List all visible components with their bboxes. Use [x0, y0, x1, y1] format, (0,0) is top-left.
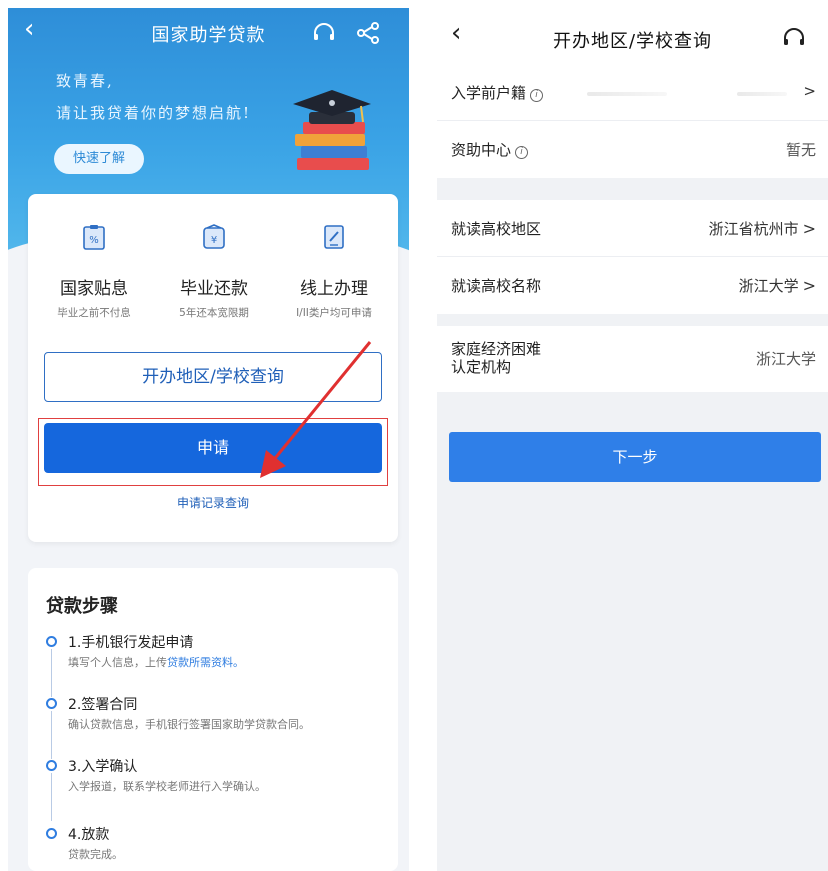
- feature-subtitle: 毕业之前不付息: [57, 307, 131, 319]
- slogan-line1: 致青春,: [56, 72, 114, 90]
- org-group: 家庭经济困难 认定机构 浙江大学: [437, 326, 828, 392]
- page-title: 国家助学贷款: [151, 25, 266, 46]
- row-label: 就读高校名称: [451, 277, 542, 295]
- steps-title: 贷款步骤: [46, 596, 118, 617]
- loan-feature-card: % 国家贴息 毕业之前不付息 ¥ 毕业还款 5年还本宽限期 线上办理 I/II类…: [28, 194, 398, 542]
- step-dot-icon: [46, 828, 57, 839]
- school-region-row[interactable]: 就读高校地区 浙江省杭州市 >: [437, 200, 828, 257]
- feature-subsidy: % 国家贴息 毕业之前不付息: [34, 224, 154, 320]
- step-desc: 填写个人信息，上传贷款所需资料。: [68, 654, 244, 670]
- step-dot-icon: [46, 698, 57, 709]
- school-name-row[interactable]: 就读高校名称 浙江大学 >: [437, 257, 828, 314]
- nav-bar: ‹ 开办地区/学校查询: [437, 8, 828, 64]
- svg-text:%: %: [89, 235, 99, 246]
- feature-title: 国家贴息: [60, 279, 128, 299]
- step-title: 3.入学确认: [68, 759, 138, 775]
- step-dot-icon: [46, 636, 57, 647]
- blurred-value: [737, 92, 787, 96]
- info-icon[interactable]: i: [515, 146, 529, 159]
- feature-subtitle: I/II类户均可申请: [296, 307, 372, 319]
- info-icon[interactable]: i: [530, 89, 544, 102]
- blurred-value: [587, 92, 667, 96]
- region-school-query-screen: ‹ 开办地区/学校查询 入学前户籍 i > 资助中心 i 暂无 就读高校地区 浙江省…: [437, 8, 828, 871]
- headset-icon[interactable]: [312, 23, 336, 43]
- step-title: 2.签署合同: [68, 697, 138, 713]
- loan-steps-card: 贷款步骤 1.手机银行发起申请 填写个人信息，上传贷款所需资料。 2.签署合同 …: [28, 568, 398, 871]
- step-desc-text: 填写个人信息，上传: [68, 656, 167, 669]
- apply-button[interactable]: 申请: [44, 423, 382, 473]
- graduation-books-illustration: [293, 90, 371, 170]
- hardship-org-row: 家庭经济困难 认定机构 浙江大学: [437, 326, 828, 392]
- hardship-org-value: 浙江大学: [755, 350, 816, 368]
- step-desc: 确认贷款信息，手机银行签署国家助学贷款合同。: [68, 718, 310, 731]
- row-label: 就读高校地区: [451, 220, 542, 238]
- feature-subtitle: 5年还本宽限期: [179, 307, 249, 319]
- share-icon[interactable]: [356, 22, 380, 44]
- school-name-value: 浙江大学 >: [738, 276, 816, 295]
- yen-wallet-icon: ¥: [203, 224, 225, 249]
- step-title: 4.放款: [68, 827, 110, 843]
- household-chevron-icon: >: [803, 82, 816, 100]
- feature-online: 线上办理 I/II类户均可申请: [274, 224, 394, 320]
- step-dot-icon: [46, 760, 57, 771]
- feature-title: 毕业还款: [180, 279, 248, 299]
- chevron-right-icon: >: [802, 276, 816, 295]
- household-row[interactable]: 入学前户籍 i >: [437, 64, 828, 121]
- feature-title: 线上办理: [300, 279, 368, 299]
- headset-icon[interactable]: [782, 28, 806, 48]
- next-step-button[interactable]: 下一步: [449, 432, 821, 482]
- step-connector: [51, 649, 52, 697]
- region-school-query-button[interactable]: 开办地区/学校查询: [44, 352, 382, 402]
- aid-center-row: 资助中心 i 暂无: [437, 121, 828, 178]
- feature-repay: ¥ 毕业还款 5年还本宽限期: [154, 224, 274, 320]
- aid-center-value: 暂无: [785, 141, 816, 159]
- apply-record-link[interactable]: 申请记录查询: [28, 494, 398, 511]
- row-label: 家庭经济困难 认定机构: [451, 340, 542, 376]
- school-group: 就读高校地区 浙江省杭州市 > 就读高校名称 浙江大学 >: [437, 200, 828, 314]
- quick-learn-button[interactable]: 快速了解: [54, 144, 144, 174]
- household-group: 入学前户籍 i > 资助中心 i 暂无: [437, 64, 828, 178]
- nav-bar: ‹ 国家助学贷款: [8, 8, 409, 52]
- step-connector: [51, 711, 52, 759]
- svg-text:¥: ¥: [211, 235, 217, 246]
- loan-materials-link[interactable]: 贷款所需资料。: [167, 656, 244, 669]
- loan-home-screen: ‹ 国家助学贷款 致青春, 请让我贷着你的梦想启航! 快速了解 % 国家贴息 毕…: [8, 8, 409, 871]
- step-title: 1.手机银行发起申请: [68, 635, 194, 651]
- school-region-value: 浙江省杭州市 >: [708, 219, 816, 238]
- row-label: 资助中心 i: [451, 139, 529, 160]
- page-title: 开办地区/学校查询: [552, 31, 713, 52]
- tablet-pen-icon: [324, 225, 344, 249]
- step-desc: 入学报道，联系学校老师进行入学确认。: [68, 780, 266, 793]
- percent-clipboard-icon: %: [83, 225, 105, 250]
- chevron-right-icon: >: [802, 219, 816, 238]
- slogan-line2: 请让我贷着你的梦想启航!: [56, 104, 252, 122]
- step-connector: [51, 773, 52, 821]
- row-label: 入学前户籍 i: [451, 82, 544, 103]
- step-desc: 贷款完成。: [68, 848, 123, 861]
